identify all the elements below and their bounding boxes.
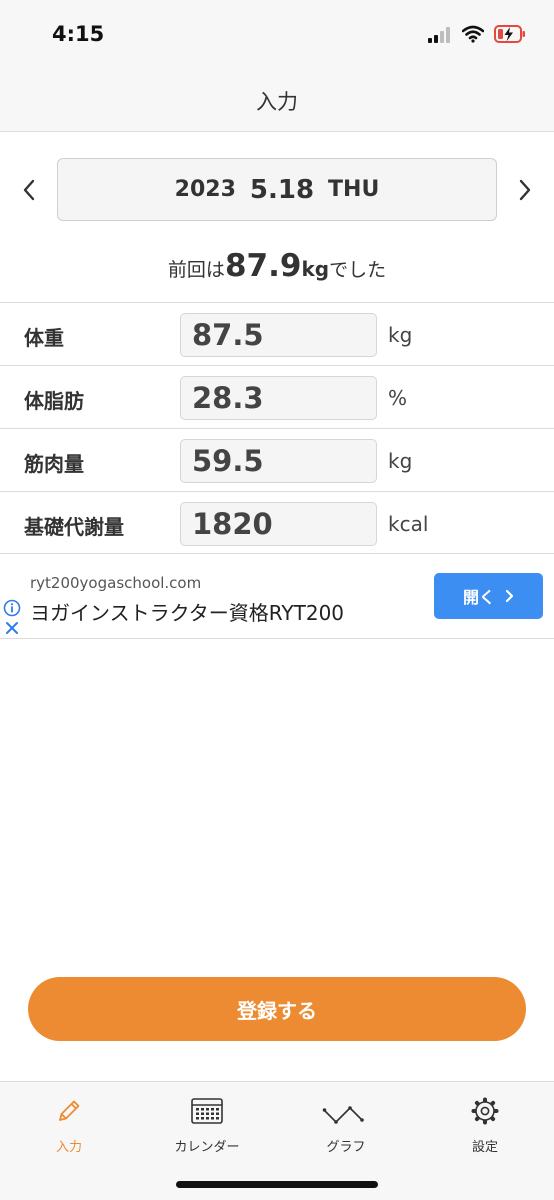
muscle-mass-input[interactable]: 59.5 <box>180 439 377 483</box>
page-title: 入力 <box>256 90 298 114</box>
muscle-mass-label: 筋肉量 <box>24 452 84 476</box>
basal-metabolism-label: 基礎代謝量 <box>24 515 124 539</box>
close-icon[interactable] <box>4 620 20 636</box>
chevron-right-icon <box>519 179 531 201</box>
date-weekday: THU <box>328 177 380 202</box>
wifi-icon <box>462 25 484 43</box>
body-fat-row: 体脂肪 28.3 % <box>0 365 554 428</box>
info-icon[interactable] <box>3 599 21 617</box>
weight-row: 体重 87.5 kg <box>0 302 554 365</box>
date-display-button[interactable]: 2023 5.18 THU <box>57 158 497 221</box>
basal-metabolism-unit: kcal <box>388 512 429 536</box>
previous-suffix: でした <box>329 259 387 281</box>
previous-prefix: 前回は <box>167 259 225 281</box>
next-day-button[interactable] <box>510 172 540 208</box>
basal-metabolism-input[interactable]: 1820 <box>180 502 377 546</box>
basal-metabolism-row: 基礎代謝量 1820 kcal <box>0 491 554 554</box>
body-fat-unit: % <box>388 386 408 410</box>
register-label: 登録する <box>237 998 317 1023</box>
tab-calendar-label: カレンダー <box>174 1140 240 1155</box>
tab-settings-label: 設定 <box>471 1140 498 1155</box>
previous-weight-value: 87.9 <box>224 248 302 284</box>
gear-icon <box>471 1097 499 1125</box>
calendar-icon <box>191 1098 223 1124</box>
previous-weight-unit: kg <box>301 257 330 281</box>
weight-input[interactable]: 87.5 <box>180 313 377 357</box>
tab-calendar[interactable]: カレンダー <box>152 1096 262 1155</box>
muscle-mass-row: 筋肉量 59.5 kg <box>0 428 554 491</box>
date-year: 2023 <box>174 177 236 202</box>
tab-graph[interactable]: グラフ <box>291 1096 401 1155</box>
cellular-signal-icon <box>428 26 454 43</box>
tab-input[interactable]: 入力 <box>14 1096 124 1155</box>
tab-settings[interactable]: 設定 <box>430 1096 540 1155</box>
weight-label: 体重 <box>24 326 64 350</box>
register-button[interactable]: 登録する <box>28 977 526 1041</box>
chevron-left-icon <box>23 179 35 201</box>
tab-graph-label: グラフ <box>326 1140 366 1155</box>
muscle-mass-unit: kg <box>388 449 413 473</box>
tab-input-label: 入力 <box>55 1140 82 1155</box>
body-fat-label: 体脂肪 <box>24 389 84 413</box>
status-bar: 4:15 <box>0 0 554 66</box>
previous-weight-text: 前回は87.9kgでした <box>0 248 554 284</box>
graph-icon <box>322 1106 364 1124</box>
pencil-icon <box>59 1100 80 1121</box>
ad-title: ヨガインストラクター資格RYT200 <box>30 601 345 625</box>
battery-charging-icon <box>494 25 525 43</box>
status-time: 4:15 <box>52 22 105 46</box>
home-indicator <box>176 1181 378 1188</box>
weight-unit: kg <box>388 323 413 347</box>
ad-open-label: 開く <box>462 588 495 607</box>
ad-domain: ryt200yogaschool.com <box>30 574 202 592</box>
ad-open-button[interactable]: 開く <box>434 573 543 619</box>
chevron-right-icon <box>505 589 514 603</box>
nav-header: 入力 <box>0 66 554 132</box>
previous-day-button[interactable] <box>14 172 44 208</box>
body-fat-input[interactable]: 28.3 <box>180 376 377 420</box>
date-month-day: 5.18 <box>249 174 315 205</box>
